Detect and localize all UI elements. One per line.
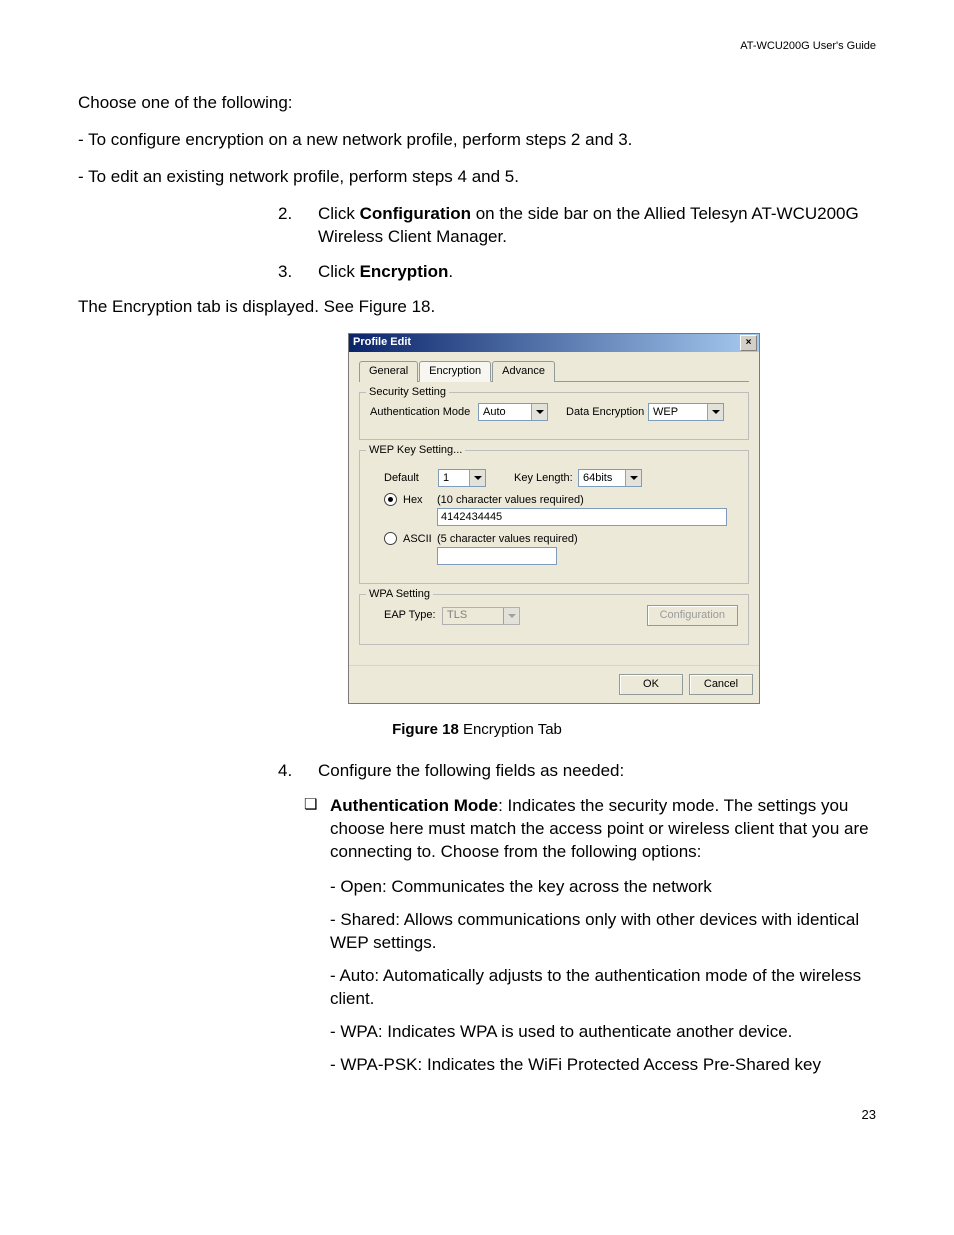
wpa-configuration-button: Configuration bbox=[647, 605, 738, 626]
option-open: - Open: Communicates the key across the … bbox=[330, 876, 876, 899]
step-2-number: 2. bbox=[278, 203, 318, 249]
wep-key-setting-group: WEP Key Setting... Default 1 Key Length:… bbox=[359, 450, 749, 584]
intro-option-1: - To configure encryption on a new netwo… bbox=[78, 129, 876, 152]
tab-encryption[interactable]: Encryption bbox=[419, 361, 491, 383]
security-setting-group: Security Setting Authentication Mode Aut… bbox=[359, 392, 749, 440]
wpa-setting-group: WPA Setting EAP Type: TLS Configuration bbox=[359, 594, 749, 645]
hex-label: Hex bbox=[403, 493, 437, 508]
ascii-note: (5 character values required) bbox=[437, 532, 738, 547]
option-auto: - Auto: Automatically adjusts to the aut… bbox=[330, 965, 876, 1011]
step-2-text: Click Configuration on the side bar on t… bbox=[318, 203, 876, 249]
chevron-down-icon bbox=[531, 404, 547, 420]
chevron-down-icon bbox=[469, 470, 485, 486]
hex-radio[interactable] bbox=[384, 493, 397, 506]
cancel-button[interactable]: Cancel bbox=[689, 674, 753, 695]
step-4-number: 4. bbox=[278, 760, 318, 783]
step-3-text: Click Encryption. bbox=[318, 261, 876, 284]
option-wpa: - WPA: Indicates WPA is used to authenti… bbox=[330, 1021, 876, 1044]
auth-mode-bullet: Authentication Mode: Indicates the secur… bbox=[330, 795, 876, 864]
wep-default-label: Default bbox=[384, 471, 438, 486]
step-4-text: Configure the following fields as needed… bbox=[318, 760, 876, 783]
eap-type-select: TLS bbox=[442, 607, 520, 625]
step-3-followup: The Encryption tab is displayed. See Fig… bbox=[78, 296, 876, 319]
dialog-titlebar: Profile Edit × bbox=[349, 334, 759, 352]
chevron-down-icon bbox=[503, 608, 519, 624]
wep-legend: WEP Key Setting... bbox=[366, 443, 465, 458]
hex-input[interactable] bbox=[437, 508, 727, 526]
option-wpapsk: - WPA-PSK: Indicates the WiFi Protected … bbox=[330, 1054, 876, 1077]
page-number: 23 bbox=[78, 1107, 876, 1122]
dialog-title: Profile Edit bbox=[353, 335, 411, 350]
chevron-down-icon bbox=[707, 404, 723, 420]
auth-mode-label: Authentication Mode bbox=[370, 405, 478, 420]
data-encryption-label: Data Encryption bbox=[566, 405, 648, 420]
chevron-down-icon bbox=[625, 470, 641, 486]
ascii-input[interactable] bbox=[437, 547, 557, 565]
tab-advance[interactable]: Advance bbox=[492, 361, 555, 383]
option-shared: - Shared: Allows communications only wit… bbox=[330, 909, 876, 955]
data-encryption-select[interactable]: WEP bbox=[648, 403, 724, 421]
eap-type-label: EAP Type: bbox=[384, 608, 442, 623]
security-legend: Security Setting bbox=[366, 385, 449, 400]
page-header: AT-WCU200G User's Guide bbox=[78, 40, 876, 52]
close-icon[interactable]: × bbox=[740, 335, 757, 351]
figure-caption: Figure 18 Encryption Tab bbox=[78, 720, 876, 740]
wep-keylength-label: Key Length: bbox=[514, 471, 578, 486]
bullet-icon: ❏ bbox=[304, 795, 330, 864]
auth-mode-select[interactable]: Auto bbox=[478, 403, 548, 421]
wep-default-select[interactable]: 1 bbox=[438, 469, 486, 487]
hex-note: (10 character values required) bbox=[437, 493, 738, 508]
wpa-legend: WPA Setting bbox=[366, 587, 433, 602]
intro-text: Choose one of the following: bbox=[78, 92, 876, 115]
ok-button[interactable]: OK bbox=[619, 674, 683, 695]
tab-bar: General Encryption Advance bbox=[359, 360, 749, 383]
tab-general[interactable]: General bbox=[359, 361, 418, 383]
ascii-radio[interactable] bbox=[384, 532, 397, 545]
intro-option-2: - To edit an existing network profile, p… bbox=[78, 166, 876, 189]
ascii-label: ASCII bbox=[403, 532, 437, 547]
step-3-number: 3. bbox=[278, 261, 318, 284]
wep-keylength-select[interactable]: 64bits bbox=[578, 469, 642, 487]
profile-edit-dialog: Profile Edit × General Encryption Advanc… bbox=[348, 333, 760, 705]
